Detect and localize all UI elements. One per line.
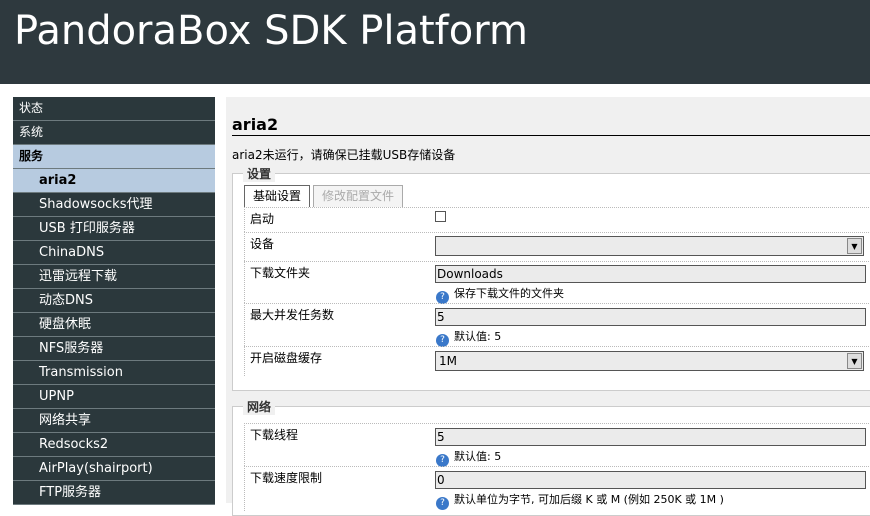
sidebar-item[interactable]: Shadowsocks代理 xyxy=(13,193,215,217)
sidebar-item[interactable]: Transmission xyxy=(13,361,215,385)
folder-input[interactable]: Downloads xyxy=(435,265,866,283)
sidebar-item[interactable]: USB 打印服务器 xyxy=(13,217,215,241)
threads-hint: 默认值: 5 xyxy=(454,450,502,463)
threads-label: 下载线程 xyxy=(250,428,299,442)
tab-edit-config[interactable]: 修改配置文件 xyxy=(313,185,404,207)
settings-section: 设置 基础设置 修改配置文件 启动 设备 ▼ 下载文件夹 Downloads? 保存下载… xyxy=(232,165,870,391)
sidebar: 状态 系统 服务 aria2 Shadowsocks代理 USB 打印服务器 ChinaDN… xyxy=(13,97,215,505)
app-title: PandoraBox SDK Platform xyxy=(14,8,528,54)
cache-label: 开启磁盘缓存 xyxy=(250,351,323,365)
device-select[interactable]: ▼ xyxy=(435,236,864,256)
header: PandoraBox SDK Platform xyxy=(0,0,870,84)
chevron-down-icon: ▼ xyxy=(847,238,862,254)
sidebar-item[interactable]: 系统 xyxy=(13,121,215,145)
help-icon: ? xyxy=(436,497,449,510)
tab-basic-settings[interactable]: 基础设置 xyxy=(244,185,311,207)
maxtasks-input[interactable]: 5 xyxy=(435,308,866,326)
sidebar-item[interactable]: aria2 xyxy=(13,169,215,193)
folder-label: 下载文件夹 xyxy=(250,266,311,280)
device-label: 设备 xyxy=(250,237,275,251)
sidebar-item[interactable]: 硬盘休眠 xyxy=(13,313,215,337)
cache-select[interactable]: 1M ▼ xyxy=(435,351,864,371)
sidebar-item[interactable]: Redsocks2 xyxy=(13,433,215,457)
sidebar-item[interactable]: ChinaDNS xyxy=(13,241,215,265)
speed-input[interactable]: 0 xyxy=(435,471,866,489)
sidebar-item[interactable]: 服务 xyxy=(13,145,215,169)
status-message: aria2未运行，请确保已挂载USB存储设备 xyxy=(232,148,456,162)
network-legend: 网络 xyxy=(243,398,276,415)
maxtasks-hint: 默认值: 5 xyxy=(454,330,502,343)
sidebar-item[interactable]: 动态DNS xyxy=(13,289,215,313)
sidebar-item[interactable]: FTP服务器 xyxy=(13,481,215,505)
sidebar-item[interactable]: AirPlay(shairport) xyxy=(13,457,215,481)
enable-checkbox[interactable] xyxy=(435,211,446,222)
speed-hint: 默认单位为字节, 可加后缀 K 或 M (例如 250K 或 1M ) xyxy=(454,493,724,506)
sidebar-item[interactable]: 网络共享 xyxy=(13,409,215,433)
network-section: 网络 下载线程 5? 默认值: 5 下载速度限制 0? 默认单位为字节, 可加后缀 K … xyxy=(232,398,870,516)
sidebar-item[interactable]: UPNP xyxy=(13,385,215,409)
threads-input[interactable]: 5 xyxy=(435,428,866,446)
sidebar-item[interactable]: 状态 xyxy=(13,97,215,121)
page-title: aria2 xyxy=(232,115,870,136)
maxtasks-label: 最大并发任务数 xyxy=(250,308,335,322)
sidebar-item[interactable]: 迅雷远程下载 xyxy=(13,265,215,289)
folder-hint: 保存下载文件的文件夹 xyxy=(454,287,564,300)
sidebar-item[interactable]: NFS服务器 xyxy=(13,337,215,361)
chevron-down-icon: ▼ xyxy=(847,353,862,369)
enable-label: 启动 xyxy=(250,212,275,226)
main-content: aria2 aria2未运行，请确保已挂载USB存储设备 设置 基础设置 修改配置… xyxy=(226,97,870,516)
speed-label: 下载速度限制 xyxy=(250,471,323,485)
settings-legend: 设置 xyxy=(243,165,276,182)
